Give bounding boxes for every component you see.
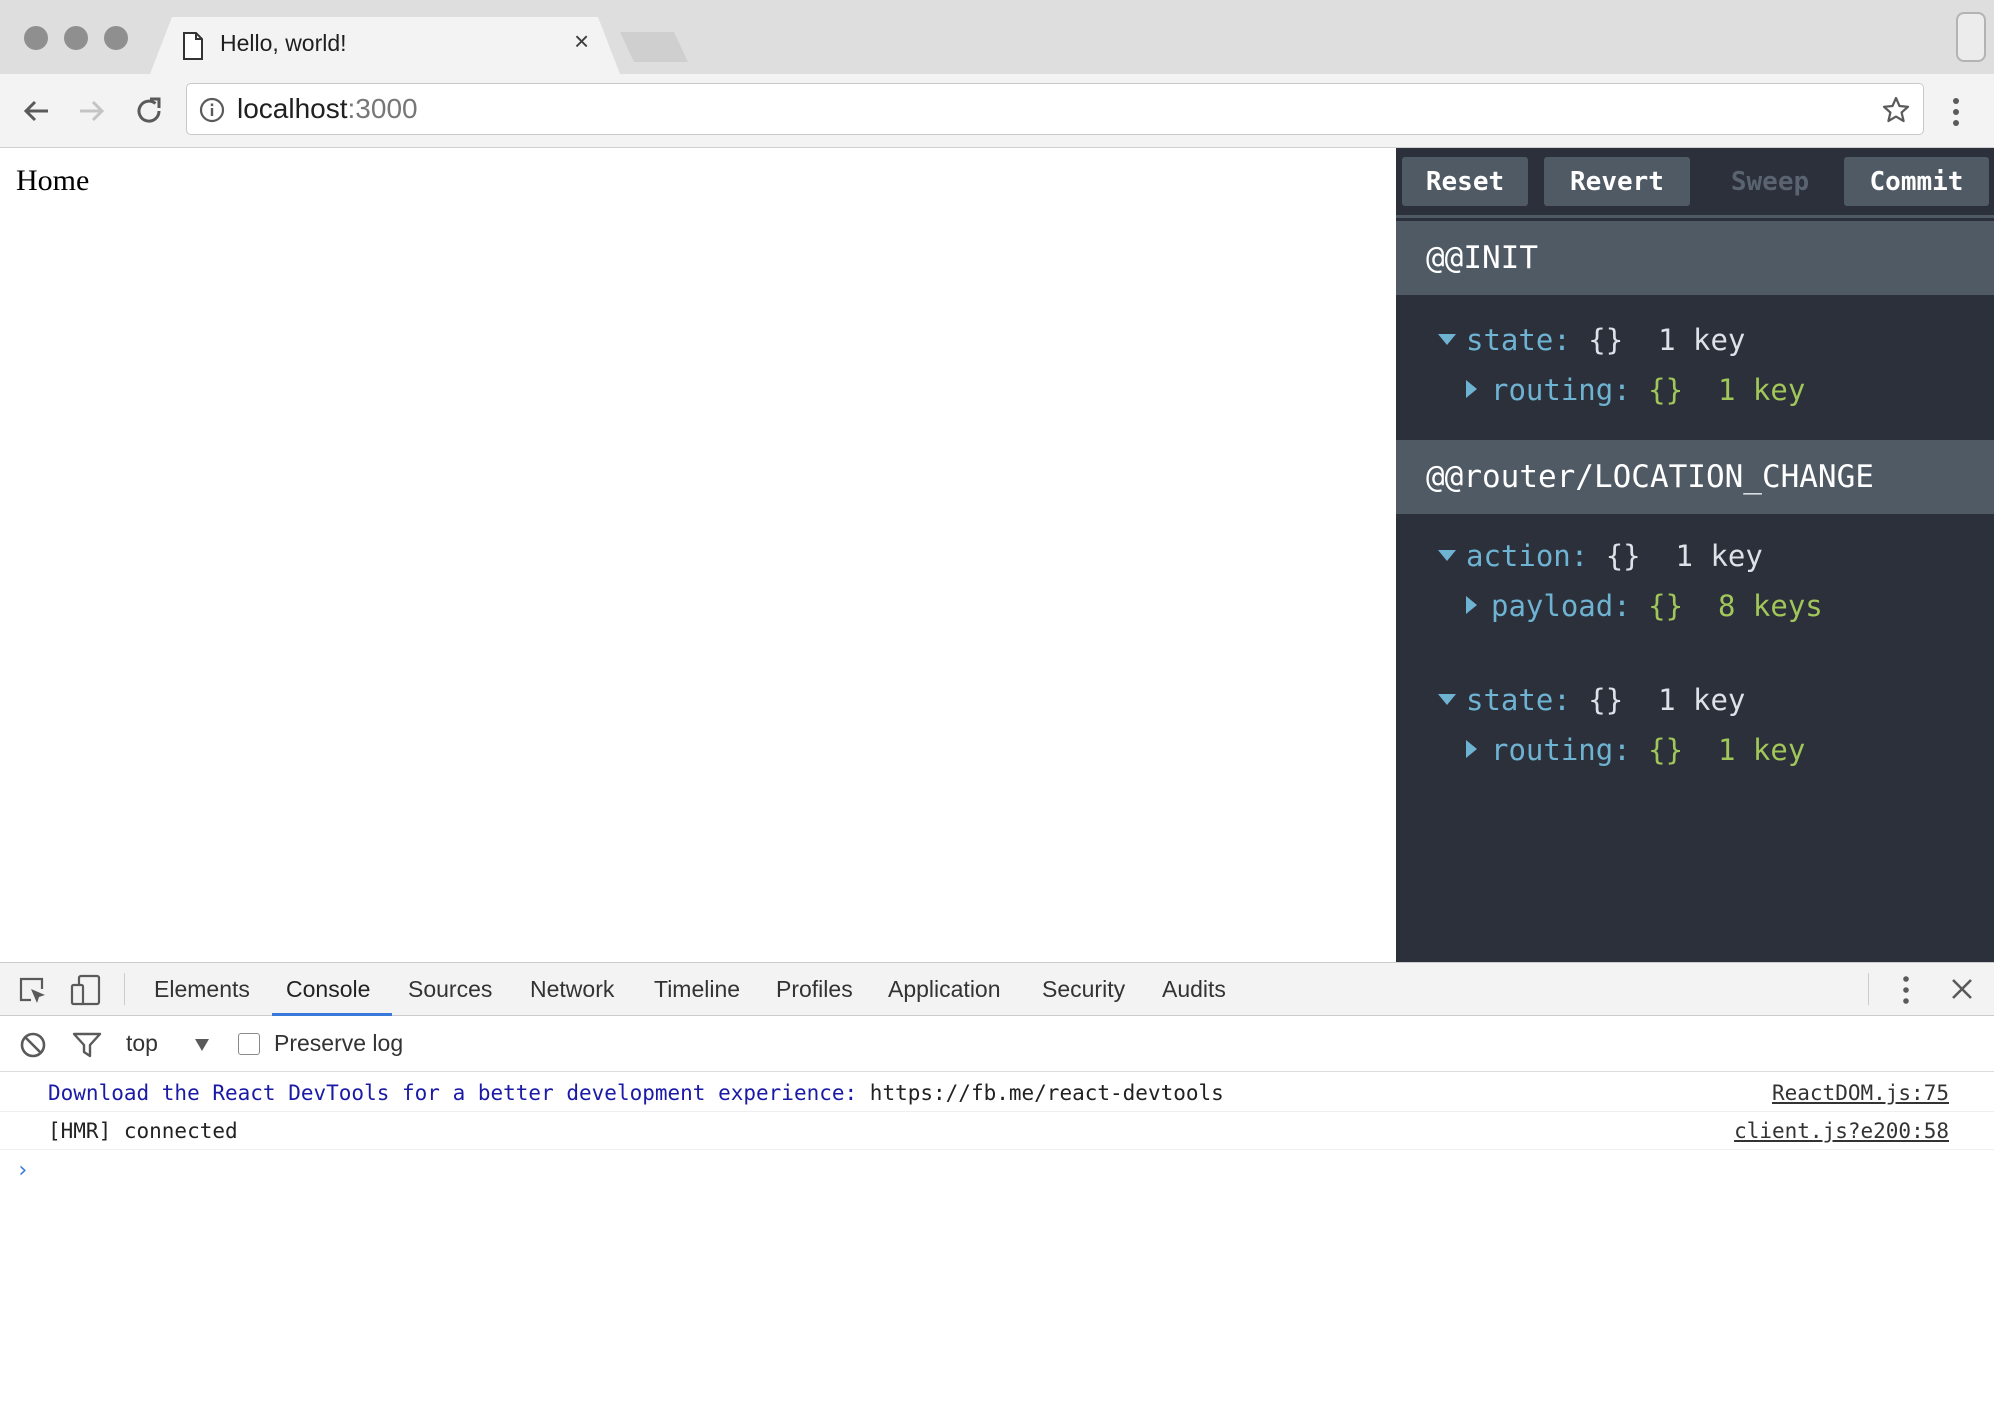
state-tree-node[interactable]: state: {} 1 key [1438,682,1745,718]
browser-menu-icon[interactable] [1950,96,1962,128]
payload-key: payload: [1491,589,1631,623]
device-toolbar-icon[interactable] [70,974,102,1006]
console-message: [HMR] connected client.js?e200:58 [0,1112,1994,1150]
revert-button[interactable]: Revert [1544,157,1690,206]
state-braces: {} [1588,683,1624,717]
back-button[interactable] [18,92,56,130]
tab-close-icon[interactable]: × [574,28,589,54]
sweep-button[interactable]: Sweep [1700,157,1840,206]
tab-network[interactable]: Network [530,976,614,1003]
reload-button[interactable] [130,92,168,130]
action-location-change-header[interactable]: @@router/LOCATION_CHANGE [1396,440,1994,514]
console-message-text: Download the React DevTools for a better… [48,1074,1224,1112]
info-icon[interactable] [199,97,225,123]
tab-profiles[interactable]: Profiles [776,976,853,1003]
tab-audits[interactable]: Audits [1162,976,1226,1003]
routing-key: routing: [1491,733,1631,767]
action-init-header[interactable]: @@INIT [1396,221,1994,295]
dropdown-arrow-icon[interactable] [194,1038,210,1052]
caret-right-icon [1466,740,1477,758]
console-prompt[interactable]: › [16,1158,29,1183]
routing-key: routing: [1491,373,1631,407]
context-selector[interactable]: top [126,1030,158,1057]
zoom-window-button[interactable] [104,26,128,50]
console-message: Download the React DevTools for a better… [0,1074,1994,1112]
console-source-link[interactable]: ReactDOM.js:75 [1772,1074,1949,1112]
action-count: 1 key [1675,539,1763,573]
payload-count: 8 keys [1718,589,1823,623]
action-key: action: [1466,539,1589,573]
url-host: localhost [237,93,348,124]
redux-toolbar: Reset Revert Sweep Commit [1396,148,1994,218]
tab-title: Hello, world! [220,30,347,56]
tab-security[interactable]: Security [1042,976,1125,1003]
state-count: 1 key [1658,683,1746,717]
routing-count: 1 key [1718,733,1806,767]
routing-tree-node[interactable]: routing: {} 1 key [1466,372,1805,408]
reload-icon [137,97,161,123]
routing-braces: {} [1648,373,1684,407]
forward-button[interactable] [72,92,110,130]
action-braces: {} [1605,539,1641,573]
clear-console-icon[interactable] [18,1030,48,1060]
browser-toolbar: localhost:3000 [0,74,1994,148]
console-toolbar: top Preserve log [0,1016,1994,1072]
preserve-log-label[interactable]: Preserve log [274,1030,403,1057]
caret-right-icon [1466,380,1477,398]
state-key: state: [1466,683,1571,717]
filter-icon[interactable] [72,1031,102,1059]
close-window-button[interactable] [24,26,48,50]
state-tree-node[interactable]: state: {} 1 key [1438,322,1745,358]
commit-button[interactable]: Commit [1844,157,1989,206]
caret-down-icon [1438,693,1456,705]
caret-down-icon [1438,549,1456,561]
inspect-element-icon[interactable] [18,976,48,1006]
action-tree-node[interactable]: action: {} 1 key [1438,538,1763,574]
minimize-window-button[interactable] [64,26,88,50]
window-handle [1956,12,1986,62]
reset-button[interactable]: Reset [1402,157,1528,206]
preserve-log-checkbox[interactable] [238,1033,260,1055]
toolbar-separator [124,973,125,1005]
devtools-menu-icon[interactable] [1900,974,1912,1006]
toolbar-separator [1868,973,1869,1005]
routing-count: 1 key [1718,373,1806,407]
address-bar[interactable]: localhost:3000 [186,83,1924,135]
page-viewport: Home [0,148,1396,962]
state-braces: {} [1588,323,1624,357]
caret-down-icon [1438,333,1456,345]
tab-application[interactable]: Application [888,976,1001,1003]
state-key: state: [1466,323,1571,357]
caret-right-icon [1466,596,1477,614]
react-devtools-link[interactable]: https://fb.me/react-devtools [857,1081,1224,1105]
tab-console[interactable]: Console [286,976,370,1003]
console-message-blue: Download the React DevTools for a better… [48,1081,858,1105]
arrow-right-icon [80,100,105,122]
arrow-left-icon [23,100,48,122]
tab-sources[interactable]: Sources [408,976,492,1003]
url-text[interactable]: localhost:3000 [237,95,418,123]
console-source-link[interactable]: client.js?e200:58 [1734,1112,1949,1150]
console-message-text: [HMR] connected [48,1119,238,1143]
routing-braces: {} [1648,733,1684,767]
bookmark-star-icon[interactable] [1881,95,1911,125]
tab-timeline[interactable]: Timeline [654,976,740,1003]
payload-braces: {} [1648,589,1684,623]
state-count: 1 key [1658,323,1746,357]
redux-devtools-panel: Reset Revert Sweep Commit @@INIT state: … [1396,148,1994,962]
close-devtools-icon[interactable] [1950,977,1974,1001]
home-text: Home [16,164,90,197]
url-port: :3000 [347,93,418,124]
devtools-tabbar: Elements Console Sources Network Timelin… [0,962,1994,1016]
payload-tree-node[interactable]: payload: {} 8 keys [1466,588,1823,624]
routing-tree-node[interactable]: routing: {} 1 key [1466,732,1805,768]
tab-elements[interactable]: Elements [154,976,250,1003]
page-icon [183,32,203,60]
